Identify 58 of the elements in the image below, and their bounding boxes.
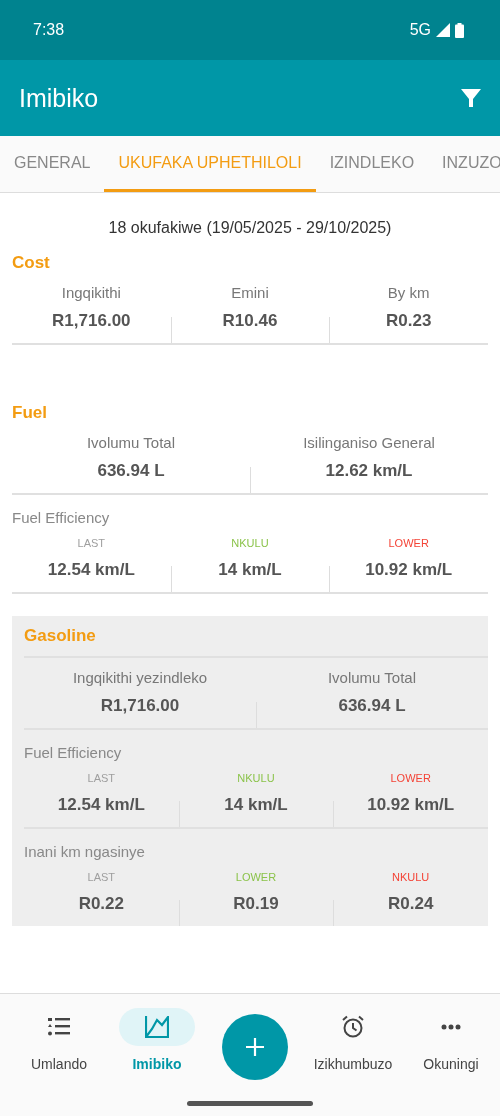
section-title: Fuel [12,403,48,423]
battery-icon [455,22,464,38]
stat-value: R10.46 [222,310,278,332]
tab[interactable]: UKUFAKA UPHETHILOLI [104,136,316,192]
signal-icon [436,23,450,37]
nav-item[interactable]: Izikhumbuzo [313,994,393,1116]
stat-label: NKULU [237,771,275,785]
stat-label: LAST [87,771,116,785]
stat-value: 12.54 km/L [57,794,145,816]
more-icon [441,1024,461,1030]
stat-value: 14 km/L [224,794,288,816]
nav-item[interactable]: Okuningi [413,994,489,1116]
stat-label: Isilinganiso General [303,433,435,453]
tab[interactable]: INZUZO [428,136,500,192]
alarm-icon [341,1015,365,1039]
tab[interactable]: GENERAL [0,136,105,192]
stat-value: R0.24 [387,893,434,915]
stat-value: 636.94 L [338,695,406,717]
stat-label: NKULU [392,870,430,884]
status-time: 7:38 [33,21,65,39]
screen-title: Imibiko [19,83,99,113]
group-heading: Fuel Efficiency [12,509,111,526]
nav-item[interactable]: Imibiko [119,994,195,1116]
stat-label: Ivolumu Total [327,668,417,688]
stat-value: R0.22 [78,893,124,915]
list-icon [48,1018,70,1036]
group-heading: Inani km ngasinye [24,843,146,860]
stat-label: Ingqikithi yezindleko [72,668,208,688]
stat-label: LAST [77,536,106,550]
group-heading: Fuel Efficiency [24,744,123,761]
stat-value: 14 km/L [218,559,282,581]
stat-value: 636.94 L [97,460,165,482]
stat-value: 10.92 km/L [365,559,453,581]
stat-value: R0.19 [233,893,279,915]
plus-icon [246,1038,264,1056]
stat-value: 10.92 km/L [367,794,455,816]
stat-value: R0.23 [385,310,432,332]
stat-label: NKULU [231,536,269,550]
section-title: Gasoline [24,626,488,658]
stat-label: By km [387,283,430,303]
nav-item[interactable]: Umlando [21,994,97,1116]
chart-icon [145,1016,169,1038]
stat-value: R1,716.00 [52,310,131,332]
summary-text: 18 okufakiwe (19/05/2025 - 29/10/2025) [107,219,393,237]
stat-label: LOWER [390,771,431,785]
stat-label: Ingqikithi [61,283,121,303]
stat-value: R1,716.00 [100,695,180,717]
stat-value: 12.54 km/L [47,559,135,581]
stat-label: LOWER [235,870,277,884]
stat-label: Emini [231,283,269,303]
stat-label: LOWER [388,536,429,550]
stat-value: 12.62 km/L [325,460,413,482]
tab[interactable]: IZINDLEKO [315,136,429,192]
network-label: 5G [409,21,431,39]
filter-icon[interactable] [461,88,481,108]
stat-label: Ivolumu Total [86,433,176,453]
section-title: Cost [12,253,51,273]
stat-label: LAST [87,870,116,884]
